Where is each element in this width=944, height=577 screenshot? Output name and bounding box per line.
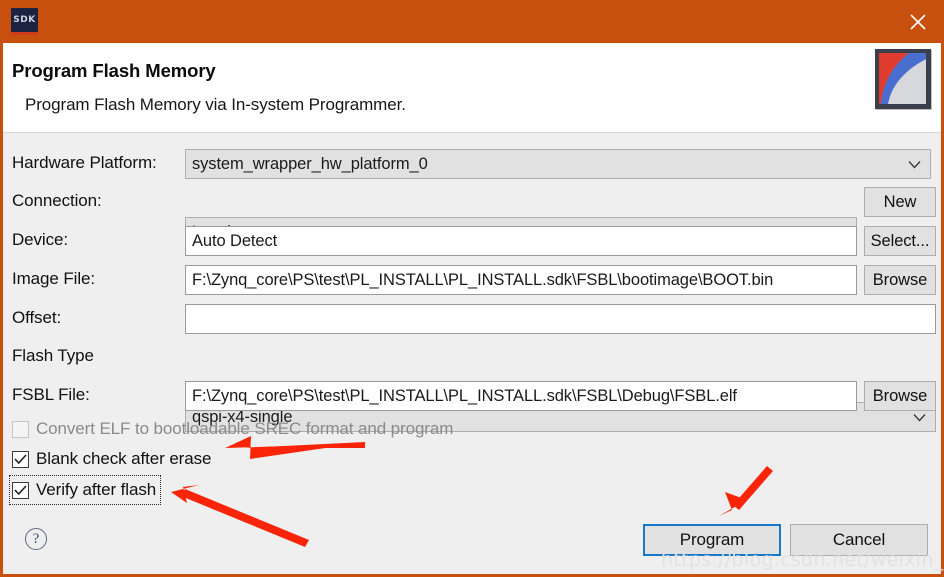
new-connection-button[interactable]: New (864, 187, 936, 217)
page-subtitle: Program Flash Memory via In-system Progr… (25, 95, 406, 114)
verify-after-flash-checkbox[interactable] (12, 481, 29, 499)
browse-image-file-button[interactable]: Browse (864, 265, 936, 295)
hardware-platform-value: system_wrapper_hw_platform_0 (192, 154, 428, 173)
label-connection: Connection: (12, 191, 102, 210)
checkmark-icon (14, 453, 27, 464)
device-input[interactable]: Auto Detect (185, 226, 857, 256)
label-fsbl-file: FSBL File: (12, 385, 90, 404)
close-icon (910, 13, 926, 30)
checkbox-row-blank-check[interactable]: Blank check after erase (12, 447, 211, 471)
offset-input[interactable] (185, 304, 936, 334)
fsbl-file-input[interactable]: F:\Zynq_core\PS\test\PL_INSTALL\PL_INSTA… (185, 381, 857, 411)
convert-elf-label: Convert ELF to bootloadable SREC format … (36, 419, 454, 438)
checkbox-row-convert-elf[interactable]: Convert ELF to bootloadable SREC format … (12, 417, 453, 441)
label-flash-type: Flash Type (12, 346, 94, 365)
program-flash-memory-dialog: SDK Program Flash Memory Program Flash M… (0, 0, 944, 577)
label-hardware-platform: Hardware Platform: (12, 153, 157, 172)
help-question-icon[interactable]: ? (25, 528, 47, 550)
watermark-text: https://blog.csdn.net/weixin_41594632 (661, 549, 944, 571)
image-file-input[interactable]: F:\Zynq_core\PS\test\PL_INSTALL\PL_INSTA… (185, 265, 857, 295)
label-image-file: Image File: (12, 269, 95, 288)
title-bar: SDK (0, 0, 944, 43)
chevron-down-icon (908, 155, 921, 174)
convert-elf-checkbox[interactable] (12, 420, 29, 438)
browse-fsbl-file-button[interactable]: Browse (864, 381, 936, 411)
blank-check-label: Blank check after erase (36, 449, 212, 468)
label-offset: Offset: (12, 308, 62, 327)
dialog-header: Program Flash Memory Program Flash Memor… (3, 43, 941, 133)
dialog-body: Hardware Platform: system_wrapper_hw_pla… (3, 133, 941, 574)
verify-after-flash-label: Verify after flash (36, 480, 157, 499)
select-device-button[interactable]: Select... (864, 226, 936, 256)
close-button[interactable] (892, 0, 944, 43)
checkmark-icon (14, 484, 27, 495)
blank-check-checkbox[interactable] (12, 450, 29, 468)
sdk-app-icon: SDK (11, 8, 38, 35)
checkbox-row-verify-after-flash[interactable]: Verify after flash (8, 475, 162, 505)
page-title: Program Flash Memory (12, 60, 216, 81)
hardware-platform-combo[interactable]: system_wrapper_hw_platform_0 (185, 149, 931, 179)
xilinx-logo-icon (875, 49, 931, 109)
label-device: Device: (12, 230, 68, 249)
